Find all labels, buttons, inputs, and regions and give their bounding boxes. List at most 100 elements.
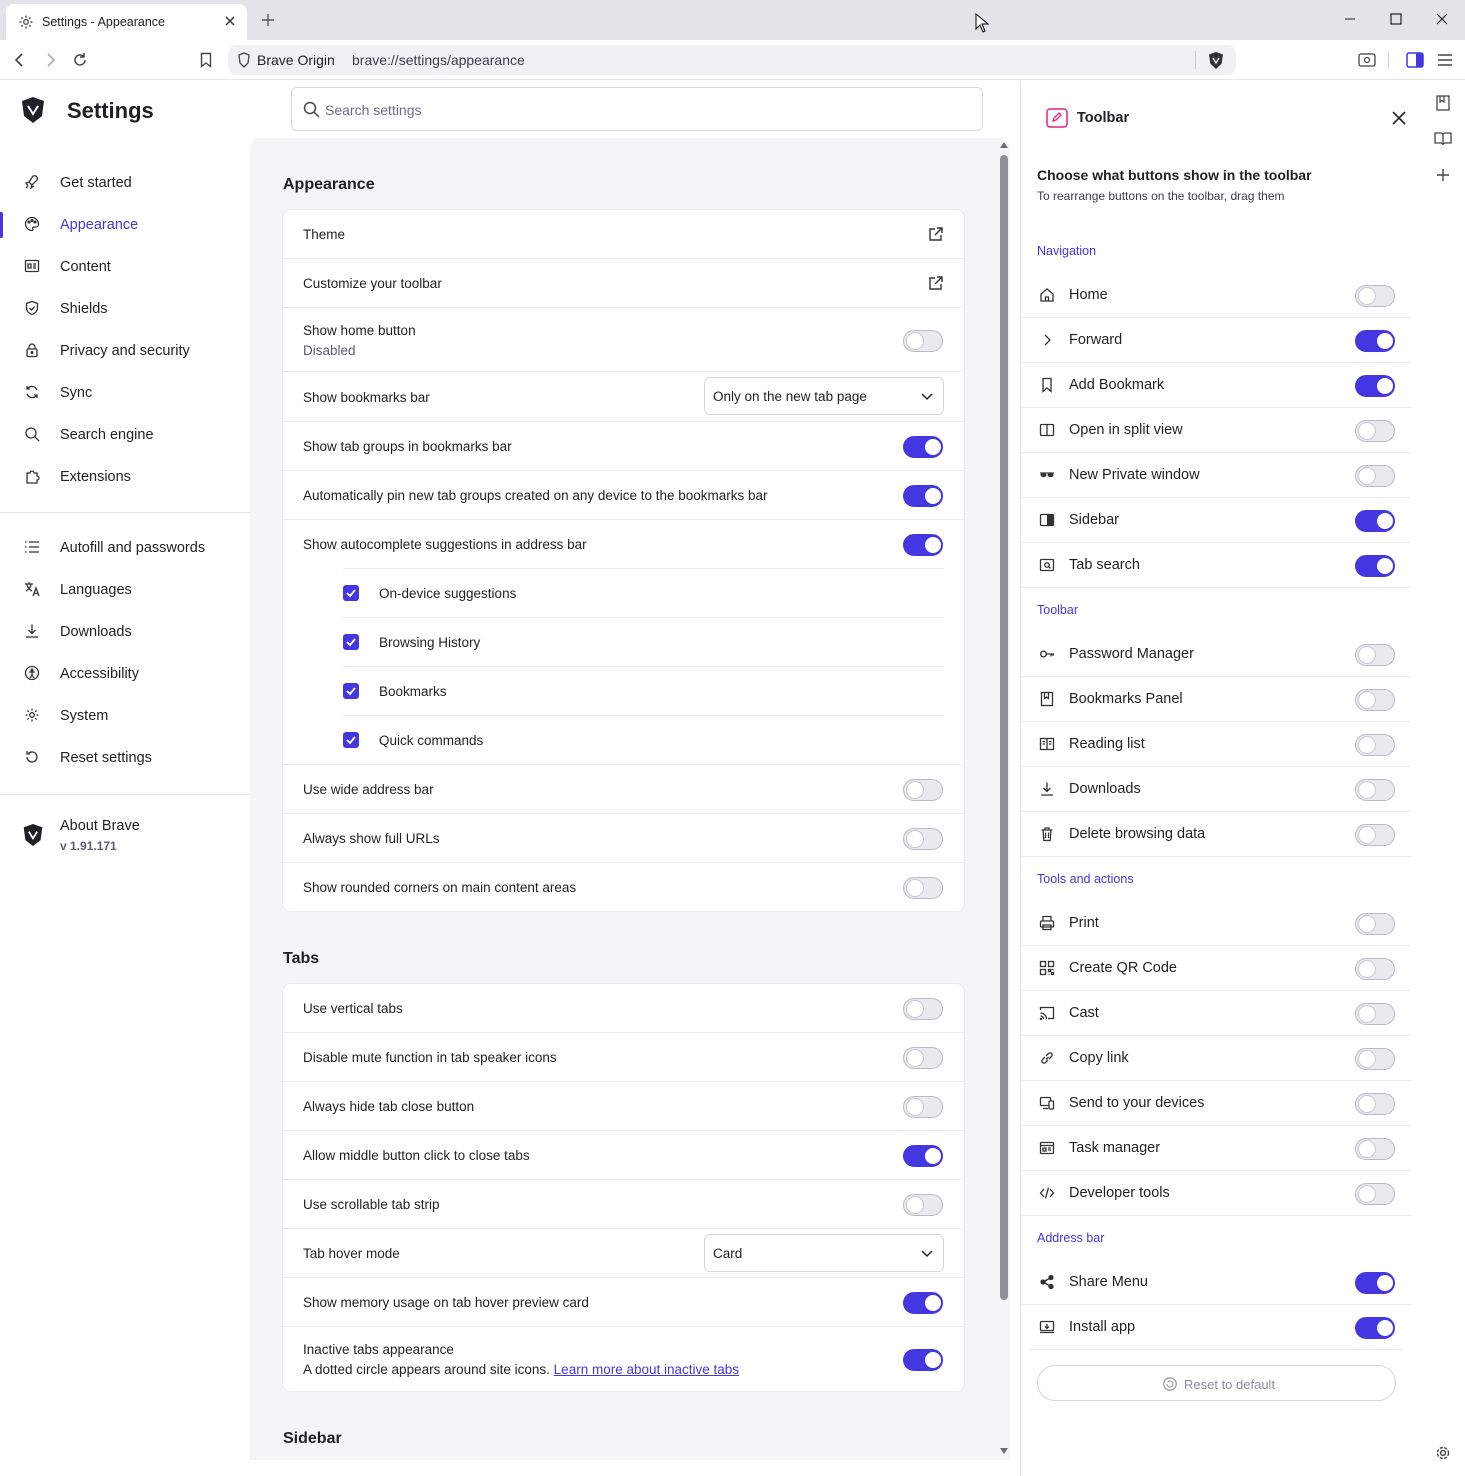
sidebar-item-about-brave[interactable]: About Brave v 1.91.171	[0, 815, 250, 859]
sidebar-item-autofill-and-passwords[interactable]: Autofill and passwords	[0, 527, 250, 569]
external-link-icon[interactable]	[928, 275, 944, 291]
memory-usage-toggle[interactable]	[903, 1292, 943, 1314]
toolbar-item-toggle[interactable]	[1355, 644, 1395, 666]
home-icon	[1039, 287, 1055, 303]
minimize-icon[interactable]	[1343, 12, 1357, 26]
reset-to-default-button[interactable]: Reset to default	[1037, 1365, 1396, 1401]
bookmarks-bar-select[interactable]: Only on the new tab page	[704, 377, 944, 415]
tab-close-icon[interactable]	[224, 15, 236, 27]
middle-click-toggle[interactable]	[903, 1145, 943, 1167]
rail-settings-icon[interactable]	[1435, 1445, 1451, 1461]
sidebar-item-extensions[interactable]: Extensions	[0, 456, 250, 498]
sidebar-item-sync[interactable]: Sync	[0, 372, 250, 414]
maximize-icon[interactable]	[1389, 12, 1403, 26]
toolbar-item-label: Downloads	[1069, 781, 1141, 797]
content-icon	[24, 258, 40, 274]
toolbar-item-toggle[interactable]	[1355, 1138, 1395, 1160]
hide-close-toggle[interactable]	[903, 1096, 943, 1118]
toolbar-item-toggle[interactable]	[1355, 1183, 1395, 1205]
toolbar-item-toggle[interactable]	[1355, 913, 1395, 935]
sidebar-item-shields[interactable]: Shields	[0, 288, 250, 330]
reload-icon[interactable]	[72, 52, 88, 68]
tab-groups-bookmarks-toggle[interactable]	[903, 436, 943, 458]
sidebar-item-label: Search engine	[60, 427, 154, 443]
theme-label: Theme	[303, 227, 346, 242]
sidebar-toggle-icon[interactable]	[1406, 52, 1424, 68]
toolbar-item-toggle[interactable]	[1355, 1317, 1395, 1339]
toolbar-item-toggle[interactable]	[1355, 330, 1395, 352]
vertical-tabs-toggle[interactable]	[903, 998, 943, 1020]
address-bar[interactable]: Brave Origin brave://settings/appearance	[228, 45, 1236, 75]
auto-pin-toggle[interactable]	[903, 485, 943, 507]
panel-close-icon[interactable]	[1392, 111, 1406, 125]
toolbar-item-toggle[interactable]	[1355, 734, 1395, 756]
sidebar-item-accessibility[interactable]: Accessibility	[0, 653, 250, 695]
sidebar-item-reset-settings[interactable]: Reset settings	[0, 737, 250, 779]
toolbar-item-label: Sidebar	[1069, 512, 1119, 528]
inactive-tabs-toggle[interactable]	[903, 1349, 943, 1371]
toolbar-item-toggle[interactable]	[1355, 824, 1395, 846]
toolbar-item-toggle[interactable]	[1355, 1003, 1395, 1025]
sidebar-item-languages[interactable]: Languages	[0, 569, 250, 611]
forward-icon[interactable]	[42, 52, 58, 68]
sidebar-item-search-engine[interactable]: Search engine	[0, 414, 250, 456]
toolbar-item-forward: Forward	[1021, 318, 1411, 363]
toolbar-item-toggle[interactable]	[1355, 285, 1395, 307]
add-icon[interactable]	[1435, 167, 1451, 183]
toolbar-item-label: Task manager	[1069, 1140, 1161, 1156]
menu-icon[interactable]	[1437, 52, 1453, 68]
reading-list-icon[interactable]	[1434, 131, 1452, 147]
theme-row[interactable]: Theme	[283, 210, 964, 258]
toolbar-item-toggle[interactable]	[1355, 510, 1395, 532]
toolbar-item-toggle[interactable]	[1355, 1272, 1395, 1294]
show-home-toggle[interactable]	[903, 330, 943, 352]
quick-commands-checkbox[interactable]	[343, 732, 359, 748]
sidebar-item-downloads[interactable]: Downloads	[0, 611, 250, 653]
scroll-up-icon[interactable]	[1000, 142, 1008, 148]
scrollable-toggle[interactable]	[903, 1194, 943, 1216]
address-url[interactable]: brave://settings/appearance	[352, 52, 525, 68]
toolbar-item-create-qr-code: Create QR Code	[1021, 946, 1411, 991]
brave-shields-icon[interactable]	[1207, 51, 1225, 70]
external-link-icon[interactable]	[928, 226, 944, 242]
sidebar-item-get-started[interactable]: Get started	[0, 162, 250, 204]
tab-search-icon[interactable]	[1358, 52, 1376, 68]
toolbar-item-toggle[interactable]	[1355, 689, 1395, 711]
toolbar-item-toggle[interactable]	[1355, 465, 1395, 487]
bookmarks-checkbox[interactable]	[343, 683, 359, 699]
history-checkbox[interactable]	[343, 634, 359, 650]
autocomplete-toggle[interactable]	[903, 534, 943, 556]
sidebar-item-system[interactable]: System	[0, 695, 250, 737]
toolbar-item-toggle[interactable]	[1355, 420, 1395, 442]
toolbar-item-toggle[interactable]	[1355, 779, 1395, 801]
toolbar-item-toggle[interactable]	[1355, 1093, 1395, 1115]
rounded-corners-toggle[interactable]	[903, 877, 943, 899]
list-icon	[24, 539, 40, 555]
toolbar-item-label: Cast	[1069, 1005, 1099, 1021]
wide-address-toggle[interactable]	[903, 779, 943, 801]
inactive-tabs-learn-more-link[interactable]: Learn more about inactive tabs	[554, 1362, 739, 1377]
sidebar-item-label: Reset settings	[60, 750, 152, 766]
toolbar-item-bookmarks-panel: Bookmarks Panel	[1021, 677, 1411, 722]
disable-mute-toggle[interactable]	[903, 1047, 943, 1069]
search-input[interactable]: Search settings	[291, 87, 983, 131]
customize-toolbar-row[interactable]: Customize your toolbar	[283, 259, 964, 307]
full-urls-toggle[interactable]	[903, 828, 943, 850]
toolbar-item-toggle[interactable]	[1355, 555, 1395, 577]
on-device-checkbox[interactable]	[343, 585, 359, 601]
scroll-down-icon[interactable]	[1000, 1448, 1008, 1454]
toolbar-item-toggle[interactable]	[1355, 958, 1395, 980]
sidebar-item-privacy-and-security[interactable]: Privacy and security	[0, 330, 250, 372]
toolbar-item-toggle[interactable]	[1355, 375, 1395, 397]
sidebar-item-content[interactable]: Content	[0, 246, 250, 288]
bookmarks-panel-icon[interactable]	[1435, 95, 1451, 111]
bookmark-icon[interactable]	[198, 52, 214, 68]
new-tab-button[interactable]	[258, 10, 278, 30]
hover-mode-select[interactable]: Card	[704, 1234, 944, 1272]
sidebar-item-appearance[interactable]: Appearance	[0, 204, 250, 246]
back-icon[interactable]	[12, 52, 28, 68]
scrollbar-thumb[interactable]	[1000, 155, 1008, 1300]
toolbar-item-toggle[interactable]	[1355, 1048, 1395, 1070]
window-close-icon[interactable]	[1435, 12, 1449, 26]
browser-tab[interactable]: Settings - Appearance	[6, 4, 247, 40]
